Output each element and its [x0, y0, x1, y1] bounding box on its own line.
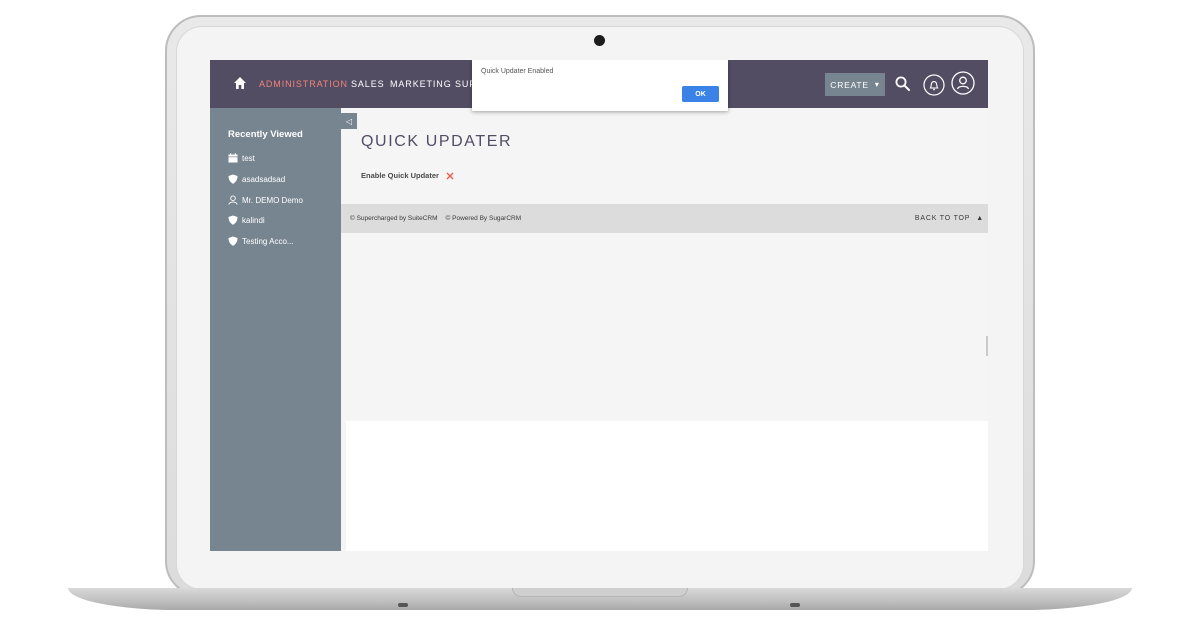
enable-quick-updater-label: Enable Quick Updater	[361, 171, 439, 180]
recently-viewed-label: Mr. DEMO Demo	[242, 195, 303, 205]
create-button-label: CREATE	[830, 79, 869, 90]
shield-icon	[228, 215, 238, 225]
webcam	[594, 35, 605, 46]
scrollbar[interactable]	[986, 336, 988, 356]
nav-marketing[interactable]: MARKETING	[390, 79, 452, 89]
x-icon	[446, 172, 454, 180]
footer-credits: © Supercharged by SuiteCRM © Powered By S…	[350, 215, 521, 222]
create-button[interactable]: CREATE ▾	[825, 73, 885, 96]
laptop-foot	[790, 603, 800, 607]
recently-viewed-label: kalindi	[242, 215, 265, 225]
recently-viewed-label: Testing Acco...	[242, 236, 294, 246]
recently-viewed-label: asadsadsad	[242, 174, 286, 184]
search-icon[interactable]	[894, 75, 912, 93]
app-screen: ADMINISTRATION SALES MARKETING SUP CREAT…	[210, 60, 988, 551]
blank-area	[346, 421, 988, 551]
recently-viewed-item[interactable]: asadsadsad	[228, 172, 285, 186]
sidebar-collapse-icon[interactable]: ◁	[341, 113, 357, 129]
ok-button[interactable]: OK	[682, 86, 719, 102]
recently-viewed-item[interactable]: kalindi	[228, 213, 265, 227]
supercharged-link[interactable]: © Supercharged by SuiteCRM	[350, 215, 438, 222]
powered-by-link[interactable]: © Powered By SugarCRM	[446, 215, 522, 222]
shield-icon	[228, 174, 238, 184]
user-profile-icon[interactable]	[951, 71, 975, 95]
back-to-top-label: BACK TO TOP	[914, 215, 971, 222]
main-content: QUICK UPDATER Enable Quick Updater © Sup…	[341, 108, 988, 551]
laptop-notch	[512, 588, 688, 597]
page-title: QUICK UPDATER	[361, 133, 513, 150]
alert-dialog: Quick Updater Enabled OK	[472, 60, 728, 111]
nav-sales[interactable]: SALES	[351, 79, 385, 89]
laptop-foot	[398, 603, 408, 607]
back-to-top-link[interactable]: BACK TO TOP ▲	[915, 215, 984, 222]
recently-viewed-item[interactable]: test	[228, 151, 255, 165]
nav-administration[interactable]: ADMINISTRATION	[259, 79, 348, 89]
sidebar: Recently Viewed test asadsadsad Mr. DEMO…	[210, 108, 341, 551]
recently-viewed-label: test	[242, 153, 255, 163]
alert-message: Quick Updater Enabled	[481, 68, 554, 75]
calendar-icon	[228, 153, 238, 163]
home-icon[interactable]	[233, 76, 247, 90]
shield-icon	[228, 236, 238, 246]
person-icon	[228, 195, 238, 205]
recently-viewed-item[interactable]: Testing Acco...	[228, 234, 294, 248]
recently-viewed-heading: Recently Viewed	[228, 129, 303, 140]
arrow-up-icon: ▲	[976, 215, 984, 222]
chevron-down-icon: ▾	[874, 80, 880, 89]
recently-viewed-item[interactable]: Mr. DEMO Demo	[228, 193, 303, 207]
footer-bar: © Supercharged by SuiteCRM © Powered By S…	[341, 204, 988, 233]
bell-icon[interactable]	[923, 74, 945, 96]
